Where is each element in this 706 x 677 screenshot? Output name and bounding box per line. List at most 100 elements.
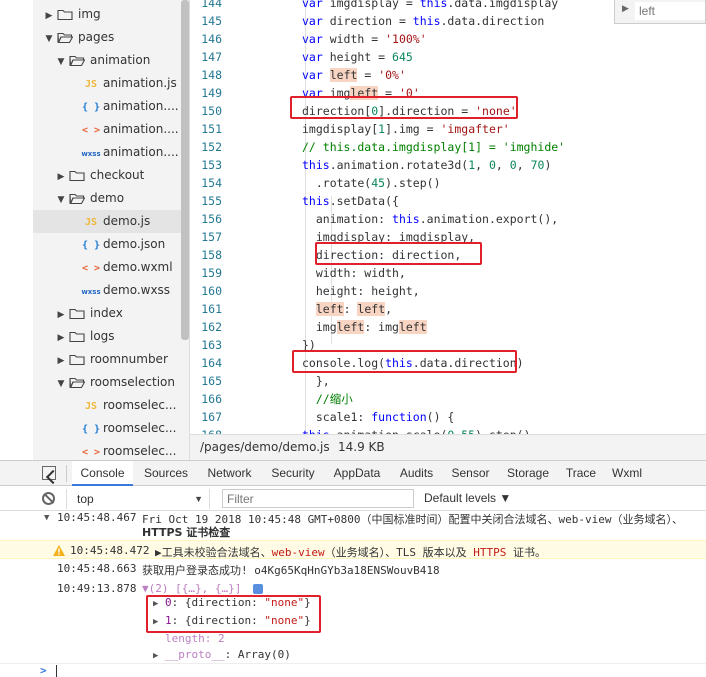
tree-item[interactable]: { } animation.... (73, 95, 179, 118)
chevron-right-icon[interactable]: ▶ (153, 651, 158, 661)
tree-item[interactable]: wxss demo.wxss (73, 279, 170, 302)
code-text: }, (302, 374, 330, 388)
tab-appdata[interactable]: AppData (326, 461, 388, 486)
tab-audits[interactable]: Audits (392, 461, 441, 486)
tree-item-label: animation.... (103, 145, 179, 159)
tree-item[interactable]: ▶ checkout (55, 164, 145, 189)
code-text: var height = 645 (302, 50, 413, 64)
tree-item-label: pages (78, 30, 115, 44)
code-line[interactable]: 168 this.animation.scale(0.55).step() (190, 426, 706, 434)
info-icon[interactable] (253, 584, 263, 594)
folder-icon (69, 170, 85, 181)
warn-text: 证书。 (506, 546, 546, 559)
tree-item[interactable]: ▼ roomselection (55, 371, 175, 394)
line-number: 166 (201, 392, 222, 406)
tab-wxml[interactable]: Wxml (606, 461, 648, 486)
tree-item-label: roomselec... (103, 421, 177, 435)
code-line[interactable]: 151 imgdisplay[1].img = 'imgafter' (190, 120, 706, 138)
find-widget[interactable]: ▶ (614, 0, 706, 24)
code-line[interactable]: 152 // this.data.imgdisplay[1] = 'imghide… (190, 138, 706, 156)
code-line[interactable]: 148 var left = '0%' (190, 66, 706, 84)
console-output[interactable]: ▼ 10:45:48.467 Fri Oct 19 2018 10:45:48 … (0, 511, 706, 677)
console-filter-bar: top ▼ Default levels ▼ (0, 487, 706, 511)
code-line[interactable]: 167 scale1: function() { (190, 408, 706, 426)
code-line[interactable]: 146 var width = '100%' (190, 30, 706, 48)
code-line[interactable]: 161 left: left, (190, 300, 706, 318)
inspect-element-icon[interactable] (42, 466, 56, 480)
code-line[interactable]: 159 width: width, (190, 264, 706, 282)
caret-right-icon[interactable]: ▶ (55, 350, 67, 373)
caret-down-icon[interactable]: ▼ (43, 28, 55, 51)
line-number: 146 (201, 32, 222, 46)
line-number: 154 (201, 176, 222, 190)
tree-item[interactable]: < > roomselec... (73, 440, 176, 460)
tree-item[interactable]: JS demo.js (33, 210, 183, 233)
array-summary[interactable]: ▼(2) [{…}, {…}] (142, 582, 241, 595)
tree-item-label: logs (90, 329, 115, 343)
code-line[interactable]: 155 this.setData({ (190, 192, 706, 210)
line-number: 167 (201, 410, 222, 424)
tree-item[interactable]: < > animation.... (73, 118, 179, 141)
json-file-icon: { } (81, 424, 101, 435)
caret-right-icon[interactable]: ▶ (43, 5, 55, 28)
tree-item[interactable]: ▶ roomnumber (55, 348, 168, 371)
wxss-file-icon: wxss (81, 150, 101, 158)
tab-security[interactable]: Security (264, 461, 322, 486)
tree-item[interactable]: { } demo.json (73, 233, 165, 256)
line-number: 149 (201, 86, 222, 100)
log-levels-dropdown[interactable]: Default levels ▼ (424, 491, 511, 505)
chevron-right-icon[interactable]: ▶ (622, 4, 629, 14)
chevron-down-icon[interactable]: ▼ (44, 513, 49, 523)
code-line[interactable]: 153 this.animation.rotate3d(1, 0, 0, 70) (190, 156, 706, 174)
tree-item[interactable]: ▼ pages (43, 26, 115, 51)
tree-item-label: demo.json (103, 237, 166, 251)
code-line[interactable]: 162 imgleft: imgleft (190, 318, 706, 336)
tree-scrollbar[interactable] (181, 0, 189, 340)
caret-down-icon[interactable]: ▼ (55, 373, 67, 396)
tab-trace[interactable]: Trace (560, 461, 602, 486)
caret-down-icon[interactable]: ▼ (55, 51, 67, 74)
tree-item[interactable]: JS roomselec... (73, 394, 176, 417)
console-message: 10:45:48.663 获取用户登录态成功! o4Kg65KqHnGYb3a1… (0, 562, 706, 580)
tree-item-label: roomselection (90, 375, 175, 389)
tree-item[interactable]: ▼ demo (55, 187, 125, 212)
code-text: this.animation.rotate3d(1, 0, 0, 70) (302, 158, 552, 172)
code-line[interactable]: 165 }, (190, 372, 706, 390)
tree-item[interactable]: { } roomselec... (73, 417, 176, 440)
code-line[interactable]: 154 .rotate(45).step() (190, 174, 706, 192)
js-file-icon: JS (84, 217, 98, 228)
wxml-file-icon: < > (81, 263, 101, 274)
warn-text: （业务域名）、TLS 版本以及 (324, 546, 474, 559)
code-text: var left = '0%' (302, 68, 406, 82)
tab-console[interactable]: Console (72, 461, 133, 486)
tree-item[interactable]: ▼ animation (55, 49, 151, 74)
clear-console-icon[interactable] (42, 492, 55, 505)
proto-entry[interactable]: ▶ __proto__: Array(0) (153, 648, 291, 661)
tab-sensor[interactable]: Sensor (445, 461, 496, 486)
tab-storage[interactable]: Storage (500, 461, 556, 486)
tab-sources[interactable]: Sources (137, 461, 195, 486)
code-line[interactable]: 156 animation: this.animation.export(), (190, 210, 706, 228)
json-file-icon: { } (81, 240, 101, 251)
context-select[interactable]: top ▼ (66, 489, 210, 509)
tree-item[interactable]: ▶ logs (55, 325, 115, 348)
find-input[interactable] (635, 2, 705, 20)
caret-right-icon[interactable]: ▶ (55, 304, 67, 327)
console-prompt-row[interactable]: > (0, 663, 706, 677)
code-line[interactable]: 147 var height = 645 (190, 48, 706, 66)
tree-item[interactable]: ▶ img (43, 3, 101, 26)
tree-item[interactable]: JS animation.js (73, 72, 177, 95)
line-number: 155 (201, 194, 222, 208)
tree-item[interactable]: ▶ index (55, 302, 123, 325)
tab-network[interactable]: Network (199, 461, 260, 486)
tree-item[interactable]: < > demo.wxml (73, 256, 173, 279)
js-file-icon: JS (84, 401, 98, 412)
code-line[interactable]: 160 height: height, (190, 282, 706, 300)
caret-right-icon[interactable]: ▶ (55, 327, 67, 350)
caret-down-icon[interactable]: ▼ (55, 189, 67, 212)
console-filter-input[interactable] (222, 489, 414, 508)
caret-right-icon[interactable]: ▶ (55, 166, 67, 189)
divider (66, 465, 67, 482)
code-line[interactable]: 166 //缩小 (190, 390, 706, 408)
tree-item[interactable]: wxss animation.... (73, 141, 179, 164)
